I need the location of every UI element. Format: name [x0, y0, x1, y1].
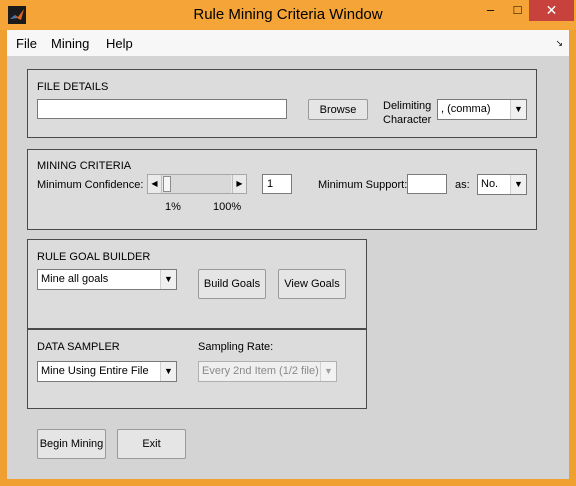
delimiting-label-line1: Delimiting [383, 100, 432, 112]
close-icon[interactable]: ✕ [529, 0, 574, 21]
slider-left-arrow-icon[interactable]: ◀ [148, 175, 162, 193]
slider-track[interactable] [163, 175, 231, 193]
slider-min-label: 1% [165, 201, 181, 213]
sampling-rate-label: Sampling Rate: [198, 341, 274, 353]
menu-bar: File Mining Help ↘ [7, 30, 569, 56]
menu-file[interactable]: File [16, 36, 37, 51]
sampling-mode-selected-value: Mine Using Entire File [41, 365, 149, 377]
chevron-down-icon: ▼ [510, 175, 526, 194]
mining-criteria-title: MINING CRITERIA [37, 160, 132, 172]
sampling-rate-select: Every 2nd Item (1/2 file) ▼ [198, 361, 337, 382]
begin-mining-button[interactable]: Begin Mining [37, 429, 106, 459]
slider-thumb[interactable] [163, 176, 171, 192]
title-bar[interactable]: Rule Mining Criteria Window – □ ✕ [0, 0, 576, 30]
slider-max-label: 100% [213, 201, 242, 213]
sampling-rate-selected-value: Every 2nd Item (1/2 file) [202, 365, 319, 377]
chevron-down-icon: ▼ [320, 362, 336, 381]
mining-criteria-panel: MINING CRITERIA Minimum Confidence: ◀ ▶ … [27, 149, 537, 230]
browse-button[interactable]: Browse [308, 99, 368, 120]
file-path-input[interactable] [37, 99, 287, 119]
exit-button[interactable]: Exit [117, 429, 186, 459]
min-confidence-label: Minimum Confidence: [37, 179, 144, 191]
data-sampler-title: DATA SAMPLER [37, 341, 120, 353]
minimize-icon[interactable]: – [477, 0, 504, 21]
rule-goal-builder-title: RULE GOAL BUILDER [37, 251, 151, 263]
chevron-down-icon: ▼ [160, 270, 176, 289]
min-support-label: Minimum Support: [318, 179, 408, 191]
chevron-down-icon: ▼ [510, 100, 526, 119]
maximize-icon[interactable]: □ [504, 0, 531, 21]
build-goals-button[interactable]: Build Goals [198, 269, 266, 299]
delimiter-selected-value: , (comma) [441, 103, 491, 115]
rule-goal-builder-panel: RULE GOAL BUILDER Mine all goals ▼ Build… [27, 239, 367, 329]
delimiter-select[interactable]: , (comma) ▼ [437, 99, 527, 120]
slider-right-arrow-icon[interactable]: ▶ [232, 175, 246, 193]
confidence-value-input[interactable]: 1 [262, 174, 292, 194]
as-label: as: [455, 179, 470, 191]
menu-help[interactable]: Help [106, 36, 133, 51]
goal-select[interactable]: Mine all goals ▼ [37, 269, 177, 290]
min-support-input[interactable] [407, 174, 447, 194]
sampling-mode-select[interactable]: Mine Using Entire File ▼ [37, 361, 177, 382]
delimiting-label-line2: Character [383, 114, 432, 126]
data-sampler-panel: DATA SAMPLER Sampling Rate: Mine Using E… [27, 329, 367, 409]
confidence-slider[interactable]: ◀ ▶ [147, 174, 247, 194]
main-window: Rule Mining Criteria Window – □ ✕ File M… [0, 0, 576, 486]
file-details-title: FILE DETAILS [37, 81, 109, 93]
goal-selected-value: Mine all goals [41, 273, 109, 285]
support-unit-selected-value: No. [481, 178, 499, 190]
client-area: File Mining Help ↘ FILE DETAILS Browse D… [7, 30, 569, 479]
toolbar-toggle-icon[interactable]: ↘ [555, 38, 563, 49]
view-goals-button[interactable]: View Goals [278, 269, 346, 299]
file-details-panel: FILE DETAILS Browse Delimiting Character… [27, 69, 537, 138]
support-unit-select[interactable]: No. ▼ [477, 174, 527, 195]
menu-mining[interactable]: Mining [51, 36, 89, 51]
chevron-down-icon: ▼ [160, 362, 176, 381]
